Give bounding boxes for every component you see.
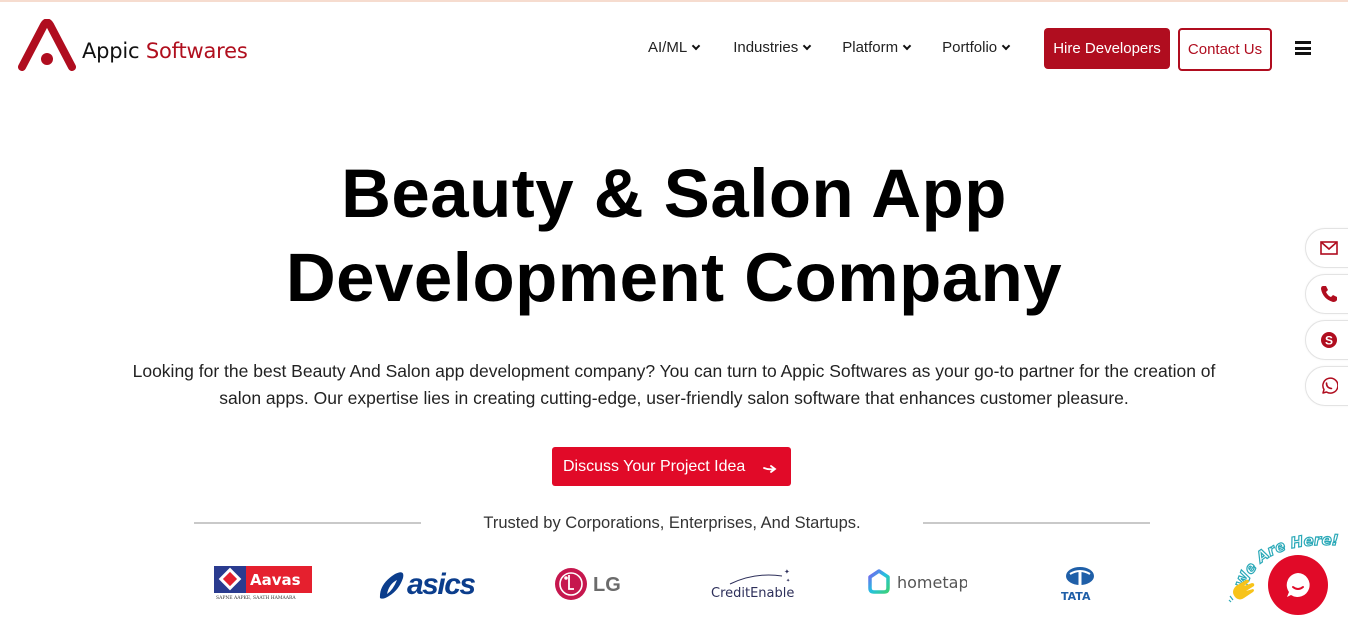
client-logo-creditenable: ✦ ✦ CreditEnable bbox=[710, 566, 796, 602]
client-logo-lg: LG bbox=[555, 567, 629, 601]
client-logo-hometap: hometap bbox=[867, 568, 967, 598]
hero-description-line1: Looking for the best Beauty And Salon ap… bbox=[132, 361, 1216, 381]
email-button[interactable] bbox=[1305, 228, 1348, 268]
page-title-line1: Beauty & Salon App bbox=[341, 155, 1007, 232]
logo-text-softwares: Softwares bbox=[145, 39, 248, 63]
phone-button[interactable] bbox=[1305, 274, 1348, 314]
chevron-down-icon bbox=[902, 41, 912, 50]
creditenable-wordmark: CreditEnable bbox=[711, 586, 794, 601]
contact-us-button[interactable]: Contact Us bbox=[1178, 28, 1272, 71]
logo-icon bbox=[18, 19, 76, 71]
divider-left bbox=[194, 522, 421, 524]
nav-item-label: AI/ML bbox=[648, 39, 688, 56]
arrow-right-icon bbox=[763, 460, 777, 476]
asics-wordmark: asics bbox=[407, 568, 475, 601]
client-logo-asics: asics bbox=[377, 566, 477, 602]
nav-item-ai-ml[interactable]: AI/ML bbox=[648, 39, 701, 56]
client-logo-tata: TATA bbox=[1060, 566, 1100, 602]
chat-button[interactable] bbox=[1268, 555, 1328, 615]
site-header: Appic Softwares AI/ML Industries Platfor… bbox=[0, 2, 1348, 94]
aavas-tagline: SAPNE AAPKE, SAATH HAMAARA bbox=[216, 595, 296, 600]
side-contact-bar: S bbox=[1305, 228, 1348, 412]
nav-item-label: Industries bbox=[733, 39, 799, 56]
aavas-wordmark: Aavas bbox=[250, 571, 301, 589]
lg-wordmark: LG bbox=[593, 574, 621, 596]
chat-widget[interactable]: We Are Here! bbox=[1228, 528, 1348, 625]
nav-item-label: Portfolio bbox=[942, 39, 998, 56]
hero-description: Looking for the best Beauty And Salon ap… bbox=[100, 358, 1248, 412]
svg-text:✦: ✦ bbox=[786, 578, 790, 584]
hire-developers-button[interactable]: Hire Developers bbox=[1044, 28, 1170, 69]
nav-item-portfolio[interactable]: Portfolio bbox=[942, 39, 1011, 56]
whatsapp-button[interactable] bbox=[1305, 366, 1348, 406]
logo[interactable]: Appic Softwares bbox=[18, 18, 248, 72]
hometap-wordmark: hometap bbox=[897, 573, 967, 592]
chat-icon bbox=[1286, 573, 1310, 597]
hamburger-menu-icon[interactable] bbox=[1295, 41, 1311, 55]
nav-item-industries[interactable]: Industries bbox=[733, 39, 812, 56]
email-icon bbox=[1320, 241, 1338, 255]
skype-button[interactable]: S bbox=[1305, 320, 1348, 360]
phone-icon bbox=[1321, 286, 1337, 302]
nav-item-platform[interactable]: Platform bbox=[842, 39, 912, 56]
page-title: Beauty & Salon App Development Company bbox=[0, 152, 1348, 320]
chevron-down-icon bbox=[802, 41, 812, 50]
trusted-by-section: Trusted by Corporations, Enterprises, An… bbox=[194, 512, 1150, 534]
trusted-by-text: Trusted by Corporations, Enterprises, An… bbox=[483, 513, 861, 532]
svg-text:✦: ✦ bbox=[784, 568, 790, 576]
client-logo-aavas: Aavas SAPNE AAPKE, SAATH HAMAARA bbox=[214, 566, 312, 600]
logo-text-appic: Appic bbox=[82, 39, 140, 63]
discuss-project-button[interactable]: Discuss Your Project Idea bbox=[552, 447, 791, 486]
skype-icon: S bbox=[1321, 332, 1337, 348]
chevron-down-icon bbox=[1001, 41, 1011, 50]
main-nav: AI/ML Industries Platform Portfolio bbox=[648, 39, 1041, 56]
divider-right bbox=[923, 522, 1150, 524]
hero-description-line2: salon apps. Our expertise lies in creati… bbox=[219, 388, 1129, 408]
waving-hand-icon bbox=[1228, 579, 1255, 603]
nav-item-label: Platform bbox=[842, 39, 899, 56]
whatsapp-icon bbox=[1322, 377, 1338, 394]
cta-label: Discuss Your Project Idea bbox=[563, 457, 746, 475]
page-title-line2: Development Company bbox=[285, 239, 1063, 316]
logo-text: Appic Softwares bbox=[82, 39, 248, 63]
chevron-down-icon bbox=[691, 41, 701, 50]
client-logos: Aavas SAPNE AAPKE, SAATH HAMAARA asics L… bbox=[0, 562, 1348, 606]
svg-text:S: S bbox=[1325, 334, 1333, 348]
tata-wordmark: TATA bbox=[1061, 590, 1091, 602]
